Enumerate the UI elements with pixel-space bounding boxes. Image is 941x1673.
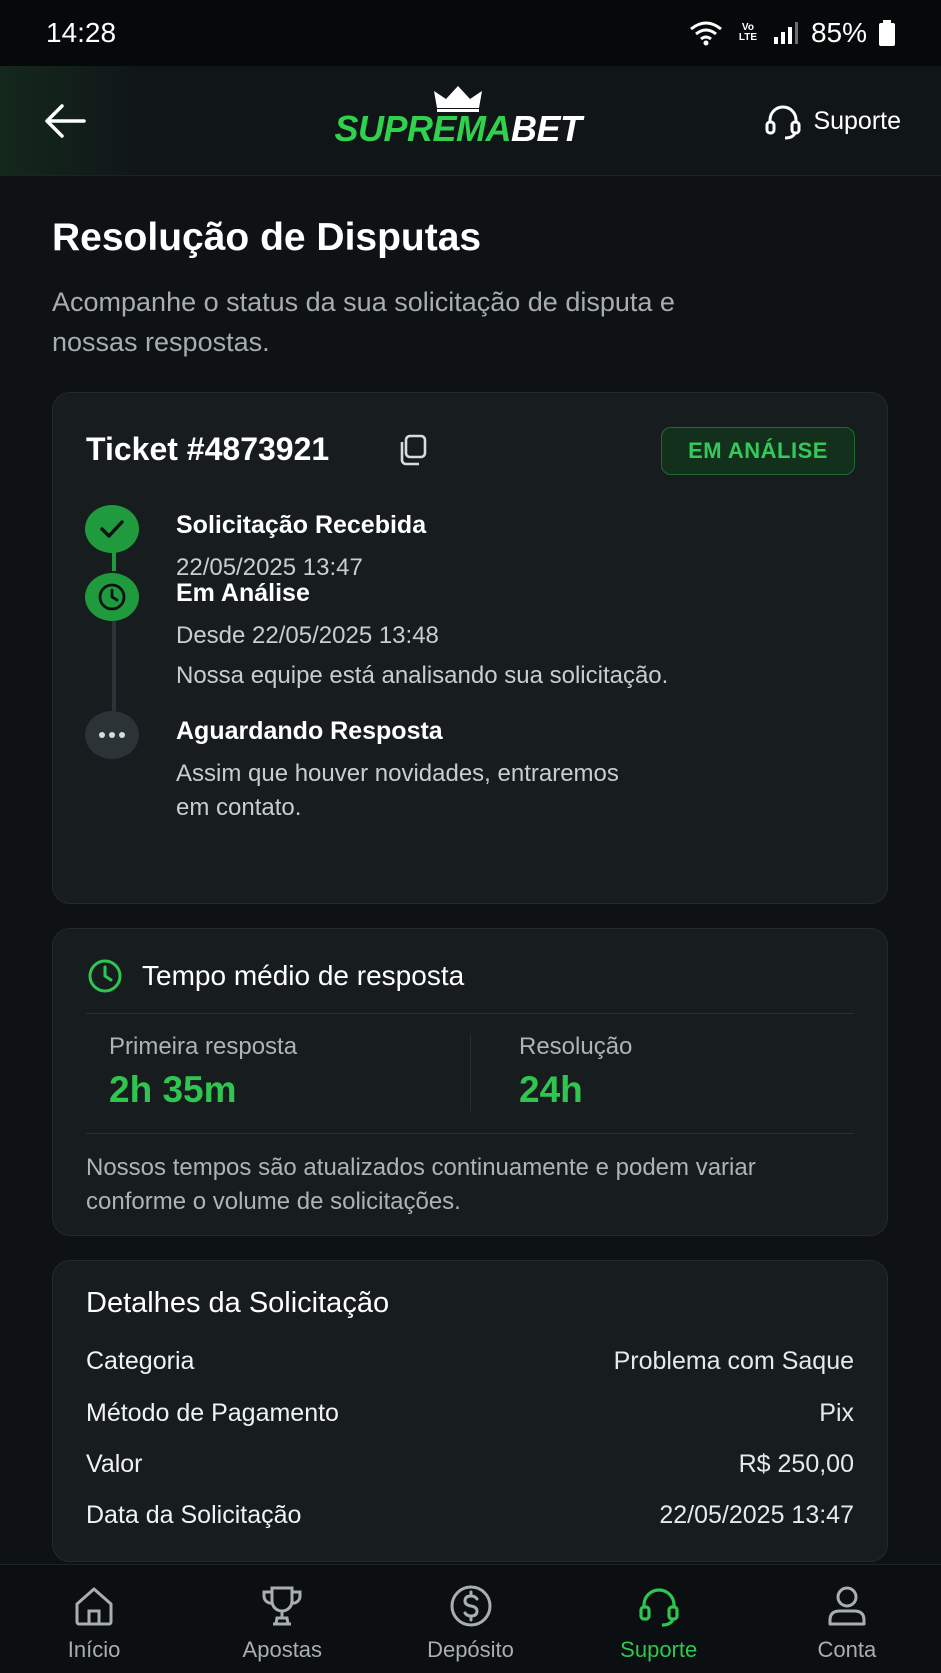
detail-row-request-date: Data da Solicitação 22/05/2025 13:47 — [86, 1501, 854, 1529]
nav-label: Conta — [817, 1637, 877, 1662]
status-badge: EM ANÁLISE — [661, 427, 855, 475]
signal-icon — [773, 22, 798, 44]
detail-row-payment-method: Método de Pagamento Pix — [86, 1399, 854, 1427]
ticket-title: Ticket #4873921 — [86, 431, 330, 467]
response-time-note: Nossos tempos são atualizados continuame… — [86, 1154, 756, 1215]
step-analysis-description: Nossa equipe está analisando sua solicit… — [176, 662, 669, 689]
request-details-card: Detalhes da Solicitação Categoria Proble… — [52, 1260, 888, 1562]
timeline-connector-pending — [112, 621, 116, 711]
detail-row-amount: Valor R$ 250,00 — [86, 1450, 854, 1478]
step-awaiting-indicator — [85, 711, 139, 759]
wifi-icon — [690, 21, 722, 46]
more-horizontal-icon — [99, 732, 125, 738]
headset-icon — [639, 1588, 679, 1627]
step-awaiting-description-line2: em contato. — [176, 794, 302, 821]
nav-item-suporte[interactable]: Suporte — [565, 1565, 753, 1673]
response-time-header: Tempo médio de resposta — [86, 957, 464, 995]
details-title: Detalhes da Solicitação — [86, 1287, 390, 1319]
copy-icon — [400, 434, 427, 466]
step-awaiting-description-line1: Assim que houver novidades, entraremos — [176, 760, 619, 787]
battery-icon — [879, 20, 895, 46]
arrow-left-icon — [45, 104, 86, 138]
support-label: Suporte — [813, 106, 901, 135]
step-analysis-indicator — [85, 573, 139, 621]
first-response-label: Primeira resposta — [109, 1033, 298, 1060]
nav-label: Apostas — [242, 1637, 323, 1662]
first-response-value: 2h 35m — [109, 1069, 237, 1110]
volte-icon: Vo LTE — [738, 22, 758, 43]
battery-level: 85% — [810, 17, 867, 48]
user-icon — [828, 1586, 866, 1626]
back-button[interactable] — [40, 96, 90, 146]
nav-item-conta[interactable]: Conta — [753, 1565, 941, 1673]
response-time-card: Tempo médio de resposta Primeira respost… — [52, 928, 888, 1236]
step-analysis-date: Desde 22/05/2025 13:48 — [176, 622, 439, 649]
nav-item-inicio[interactable]: Início — [0, 1565, 188, 1673]
clock-icon — [98, 583, 126, 611]
divider — [86, 1133, 854, 1134]
nav-item-apostas[interactable]: Apostas — [188, 1565, 376, 1673]
step-awaiting-title: Aguardando Resposta — [176, 717, 443, 745]
trophy-icon — [262, 1586, 302, 1626]
copy-ticket-button[interactable] — [395, 433, 429, 472]
resolution-value: 24h — [519, 1069, 583, 1110]
status-icons: Vo LTE 85% — [689, 17, 895, 49]
step-received-title: Solicitação Recebida — [176, 511, 427, 539]
divider — [86, 1013, 854, 1014]
clock: 14:28 — [46, 17, 117, 48]
metric-divider — [470, 1035, 471, 1111]
nav-item-deposito[interactable]: Depósito — [376, 1565, 564, 1673]
page-subtitle: Acompanhe o status da sua solicitação de… — [52, 287, 675, 357]
resolution-label: Resolução — [519, 1033, 633, 1060]
detail-row-category: Categoria Problema com Saque — [86, 1347, 854, 1375]
clock-icon — [88, 959, 122, 993]
logo-wordmark: SUPREMABET — [334, 108, 582, 149]
nav-label: Suporte — [620, 1637, 698, 1662]
support-button[interactable]: Suporte — [763, 100, 901, 142]
headset-icon — [765, 105, 801, 140]
step-received-indicator — [85, 505, 139, 553]
step-analysis-title: Em Análise — [176, 579, 310, 607]
app-header: SUPREMABET Suporte — [0, 66, 941, 176]
response-time-title: Tempo médio de resposta — [142, 960, 465, 991]
suprema-bet-logo[interactable]: SUPREMABET — [318, 84, 598, 164]
bottom-navigation: Início Apostas Depósito Suporte Conta — [0, 1564, 941, 1673]
status-bar: 14:28 Vo LTE 85% — [0, 0, 941, 66]
dollar-icon — [450, 1585, 491, 1627]
nav-label: Início — [67, 1637, 121, 1662]
nav-label: Depósito — [427, 1637, 514, 1662]
page-title: Resolução de Disputas — [52, 216, 482, 259]
home-icon — [75, 1587, 113, 1626]
ticket-card: Ticket #4873921 EM ANÁLISE Solicitação R… — [52, 392, 888, 904]
check-icon — [100, 520, 124, 538]
